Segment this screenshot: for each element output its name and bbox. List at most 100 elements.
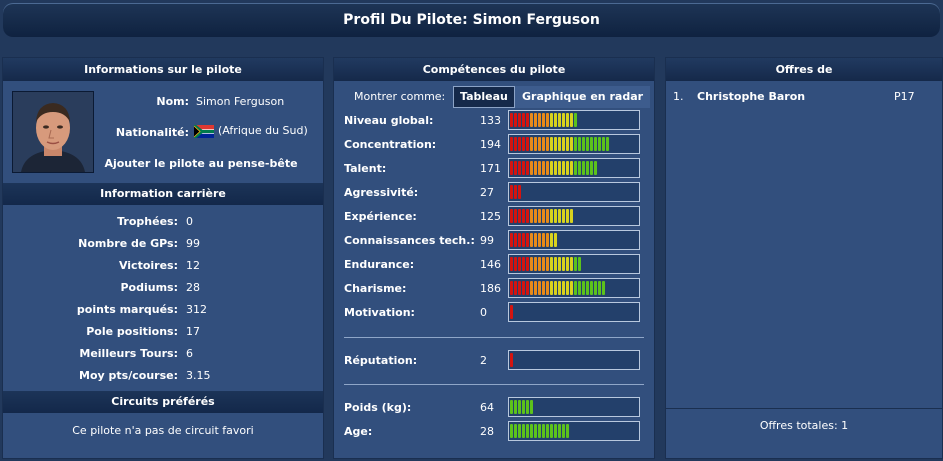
skill-value: 64 [480,401,494,414]
skill-bar-segment [554,161,557,175]
skill-bar-segment [530,233,533,247]
skill-bar-segment [554,137,557,151]
skill-bar-segment [542,209,545,223]
skill-value: 171 [480,162,501,175]
career-stat-value: 6 [186,347,193,360]
skill-bar-segment [530,209,533,223]
skill-bar-segment [598,281,601,295]
skill-bar-segment [518,400,521,414]
skill-row: Motivation: 0 [334,302,654,324]
tab-table[interactable]: Tableau [453,86,515,108]
skill-row: Agressivité: 27 [334,182,654,204]
career-stat-label: Victoires: [118,259,178,272]
skill-bar-segment [566,137,569,151]
skill-bar-segment [550,209,553,223]
skill-bar-segment [574,161,577,175]
skill-bar-segment [514,281,517,295]
skill-bar-segment [534,161,537,175]
skill-bar-segment [522,113,525,127]
skill-bar-segment [538,424,541,438]
skill-bar-segment [514,424,517,438]
separator [344,337,644,338]
skill-bar [508,254,640,274]
add-to-notepad-link[interactable]: Ajouter le pilote au pense-bête [103,157,299,170]
skill-bar-segment [530,257,533,271]
skill-bar-segment [514,137,517,151]
skill-bar [508,302,640,322]
skill-bar-segment [526,400,529,414]
skill-bar-segment [562,424,565,438]
skill-bar-segment [542,137,545,151]
skill-bar-segment [522,137,525,151]
skill-bar-segment [574,137,577,151]
skill-bar-fill [510,257,582,271]
skill-bar-segment [554,113,557,127]
name-label: Nom: [156,95,189,108]
skill-bar-segment [534,113,537,127]
skill-label: Endurance: [344,258,415,271]
skill-bar-segment [554,257,557,271]
tab-radar-chart[interactable]: Graphique en radar [515,86,651,108]
skill-bar-segment [598,137,601,151]
skill-bar-fill [510,113,578,127]
skill-row: Niveau global: 133 [334,110,654,132]
skill-bar-segment [526,257,529,271]
skill-bar-segment [586,161,589,175]
skill-bar-segment [578,161,581,175]
skill-row: Poids (kg): 64 [334,397,654,419]
skill-bar-segment [582,137,585,151]
career-stat-value: 3.15 [186,369,211,382]
skill-bar [508,278,640,298]
skill-label: Talent: [344,162,387,175]
skill-bar-segment [538,233,541,247]
skill-bar-segment [542,281,545,295]
career-info-header: Information carrière [3,183,323,205]
separator [344,384,644,385]
skill-bar-segment [562,113,565,127]
skill-label: Réputation: [344,354,418,367]
skill-row: Endurance: 146 [334,254,654,276]
offer-team-name[interactable]: Christophe Baron [697,90,805,103]
skill-bar [508,206,640,226]
skill-bar-segment [574,257,577,271]
offer-code: P17 [894,90,915,103]
career-stat-value: 0 [186,215,193,228]
favorite-circuits-text: Ce pilote n'a pas de circuit favori [72,424,254,437]
skill-bar-segment [594,137,597,151]
skill-bar-segment [514,113,517,127]
skill-bar-segment [530,113,533,127]
skill-bar-segment [562,161,565,175]
skill-bar-segment [518,233,521,247]
nationality-value: (Afrique du Sud) [194,124,308,138]
skill-bar-segment [570,161,573,175]
skill-bar-segment [546,233,549,247]
skill-bar-segment [566,257,569,271]
skill-bar-segment [510,424,513,438]
skill-bar-segment [546,424,549,438]
skill-bar-segment [550,137,553,151]
skill-value: 28 [480,425,494,438]
skill-bar-segment [566,209,569,223]
skill-bar-fill [510,281,606,295]
skill-bar-segment [558,281,561,295]
skill-bar-segment [526,233,529,247]
skill-bar-segment [526,137,529,151]
skill-bar-segment [514,257,517,271]
skill-bar-segment [550,233,553,247]
skill-bar-segment [586,281,589,295]
skill-bar-segment [582,161,585,175]
skill-value: 2 [480,354,487,367]
skill-bar-segment [554,209,557,223]
offer-row[interactable]: 1. Christophe Baron P17 [666,90,942,106]
skill-value: 125 [480,210,501,223]
skill-bar-segment [546,113,549,127]
skill-bar [508,230,640,250]
skill-bar-segment [526,113,529,127]
skill-bar-segment [578,137,581,151]
skill-bar-fill [510,185,522,199]
career-stat-label: Trophées: [117,215,178,228]
driver-skills-header: Compétences du pilote [334,58,654,81]
driver-skills-panel: Compétences du pilote Montrer comme: Tab… [333,57,655,459]
skill-bar-segment [566,161,569,175]
skill-bar-fill [510,233,558,247]
